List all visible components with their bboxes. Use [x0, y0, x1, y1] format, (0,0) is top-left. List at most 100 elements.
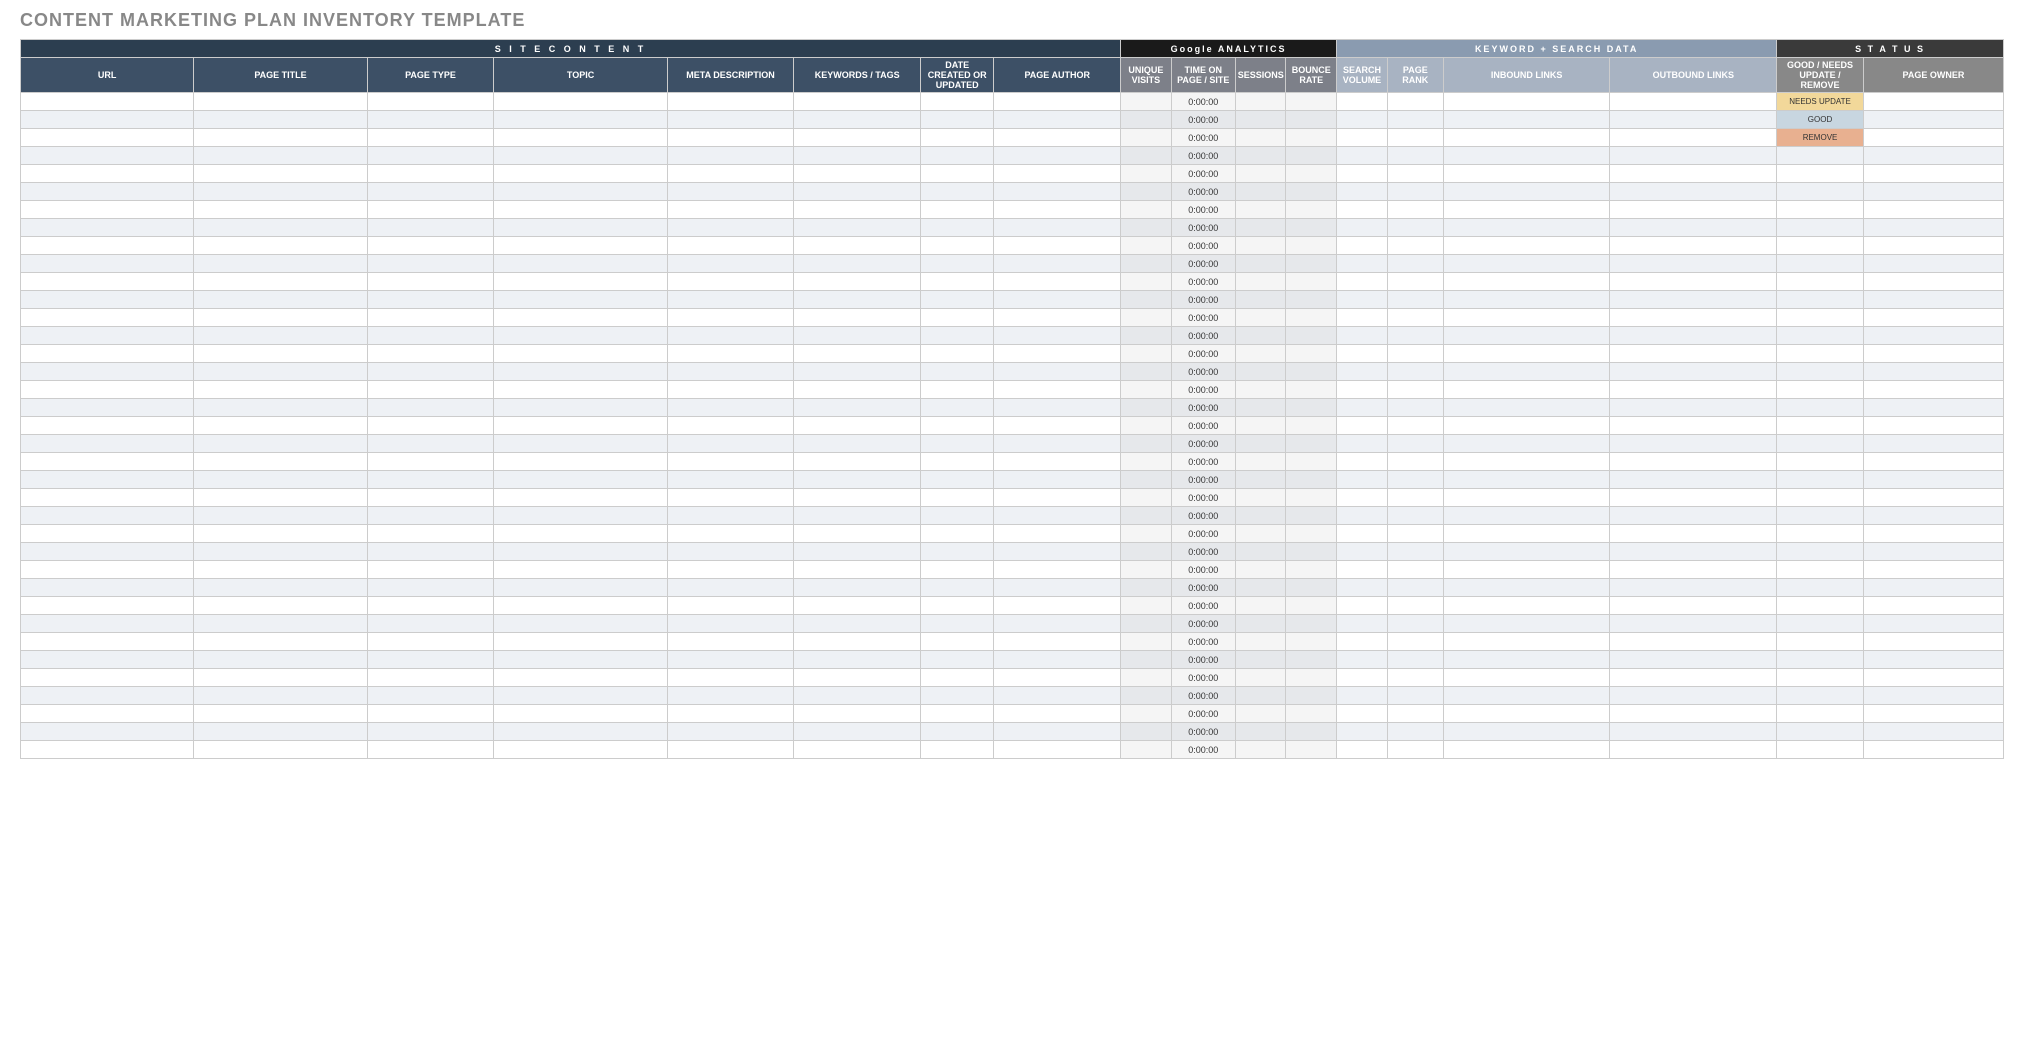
cell[interactable]: [367, 111, 494, 129]
cell[interactable]: [367, 255, 494, 273]
cell-page-owner[interactable]: [1863, 669, 2003, 687]
cell-page-owner[interactable]: [1863, 633, 2003, 651]
cell[interactable]: [667, 579, 794, 597]
cell[interactable]: [921, 543, 994, 561]
cell[interactable]: [1610, 471, 1777, 489]
cell[interactable]: [494, 417, 667, 435]
cell[interactable]: [194, 579, 367, 597]
cell-bounce-rate[interactable]: [1286, 669, 1337, 687]
cell[interactable]: [1610, 165, 1777, 183]
cell[interactable]: [21, 93, 194, 111]
cell[interactable]: [921, 273, 994, 291]
cell-sessions[interactable]: [1235, 255, 1286, 273]
cell[interactable]: [194, 525, 367, 543]
cell[interactable]: [1337, 399, 1388, 417]
cell[interactable]: [794, 723, 921, 741]
cell-time-on-page[interactable]: 0:00:00: [1171, 201, 1235, 219]
cell-sessions[interactable]: [1235, 579, 1286, 597]
cell[interactable]: [667, 507, 794, 525]
cell[interactable]: [994, 417, 1121, 435]
cell[interactable]: [194, 705, 367, 723]
cell[interactable]: [367, 561, 494, 579]
cell-bounce-rate[interactable]: [1286, 435, 1337, 453]
cell[interactable]: [367, 201, 494, 219]
cell[interactable]: [921, 201, 994, 219]
cell[interactable]: [921, 651, 994, 669]
cell[interactable]: [1443, 615, 1610, 633]
cell[interactable]: [367, 687, 494, 705]
cell-unique-visits[interactable]: [1121, 597, 1172, 615]
cell[interactable]: [1610, 93, 1777, 111]
cell[interactable]: [1443, 399, 1610, 417]
cell[interactable]: [1443, 561, 1610, 579]
cell-page-owner[interactable]: [1863, 723, 2003, 741]
cell[interactable]: [1443, 363, 1610, 381]
cell-time-on-page[interactable]: 0:00:00: [1171, 633, 1235, 651]
cell-sessions[interactable]: [1235, 525, 1286, 543]
cell[interactable]: [994, 165, 1121, 183]
cell[interactable]: [1337, 453, 1388, 471]
cell[interactable]: [1387, 111, 1443, 129]
cell[interactable]: [21, 237, 194, 255]
cell-status[interactable]: [1777, 417, 1864, 435]
cell[interactable]: [194, 129, 367, 147]
cell[interactable]: [21, 309, 194, 327]
cell-time-on-page[interactable]: 0:00:00: [1171, 237, 1235, 255]
cell-bounce-rate[interactable]: [1286, 237, 1337, 255]
cell[interactable]: [794, 597, 921, 615]
cell[interactable]: [667, 543, 794, 561]
cell-sessions[interactable]: [1235, 273, 1286, 291]
cell[interactable]: [1610, 489, 1777, 507]
cell[interactable]: [794, 435, 921, 453]
cell[interactable]: [194, 417, 367, 435]
cell[interactable]: [994, 237, 1121, 255]
cell[interactable]: [1443, 291, 1610, 309]
cell[interactable]: [1443, 579, 1610, 597]
cell[interactable]: [1443, 165, 1610, 183]
cell[interactable]: [1610, 507, 1777, 525]
cell[interactable]: [1443, 633, 1610, 651]
cell[interactable]: [1443, 741, 1610, 759]
cell[interactable]: [921, 633, 994, 651]
cell[interactable]: [494, 579, 667, 597]
cell[interactable]: [494, 435, 667, 453]
cell-sessions[interactable]: [1235, 147, 1286, 165]
cell[interactable]: [494, 633, 667, 651]
cell[interactable]: [1610, 111, 1777, 129]
cell[interactable]: [921, 597, 994, 615]
cell[interactable]: [921, 219, 994, 237]
cell[interactable]: [921, 435, 994, 453]
cell-page-owner[interactable]: [1863, 363, 2003, 381]
cell[interactable]: [194, 507, 367, 525]
cell-time-on-page[interactable]: 0:00:00: [1171, 111, 1235, 129]
cell[interactable]: [1337, 471, 1388, 489]
cell[interactable]: [494, 741, 667, 759]
cell[interactable]: [794, 129, 921, 147]
cell-sessions[interactable]: [1235, 435, 1286, 453]
cell[interactable]: [667, 597, 794, 615]
cell-bounce-rate[interactable]: [1286, 651, 1337, 669]
cell[interactable]: [794, 309, 921, 327]
cell[interactable]: [1610, 651, 1777, 669]
cell[interactable]: [994, 345, 1121, 363]
cell[interactable]: [1337, 273, 1388, 291]
cell[interactable]: [367, 543, 494, 561]
cell[interactable]: [367, 381, 494, 399]
cell[interactable]: [1443, 345, 1610, 363]
cell-sessions[interactable]: [1235, 399, 1286, 417]
cell[interactable]: [794, 687, 921, 705]
cell[interactable]: [21, 687, 194, 705]
cell[interactable]: [794, 93, 921, 111]
cell[interactable]: [367, 183, 494, 201]
cell[interactable]: [994, 597, 1121, 615]
cell[interactable]: [994, 633, 1121, 651]
cell[interactable]: [667, 669, 794, 687]
cell-status[interactable]: [1777, 525, 1864, 543]
cell[interactable]: [994, 183, 1121, 201]
cell-page-owner[interactable]: [1863, 489, 2003, 507]
cell[interactable]: [367, 273, 494, 291]
cell-page-owner[interactable]: [1863, 651, 2003, 669]
cell-sessions[interactable]: [1235, 327, 1286, 345]
cell[interactable]: [194, 687, 367, 705]
cell[interactable]: [494, 273, 667, 291]
